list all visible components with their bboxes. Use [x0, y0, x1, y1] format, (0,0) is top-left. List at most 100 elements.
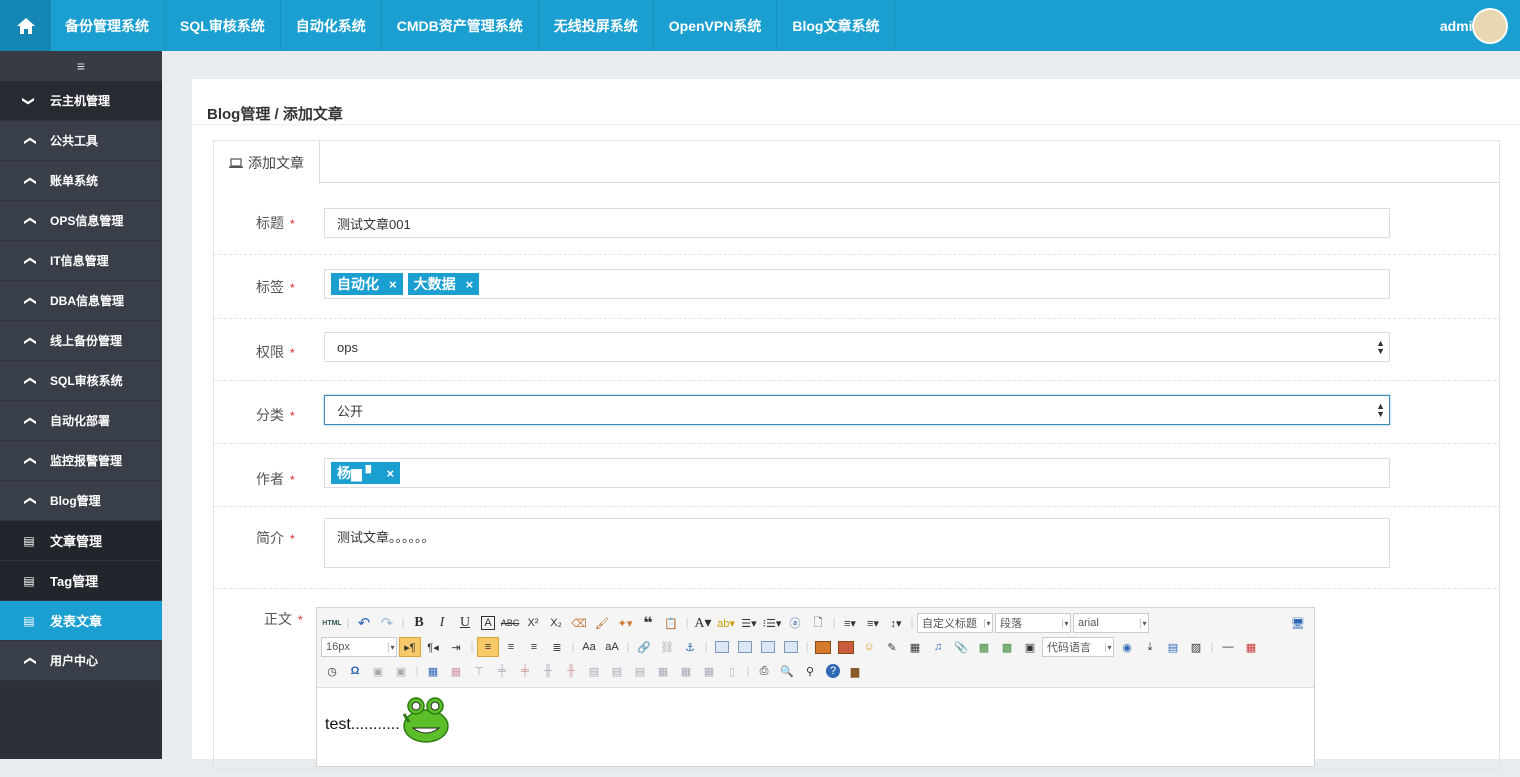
split-cols-icon[interactable]: ▦: [698, 661, 720, 681]
insert-table-icon[interactable]: ▦: [422, 661, 444, 681]
emotion-icon[interactable]: ☺: [858, 637, 880, 657]
code-language-select[interactable]: 代码语言 ▾: [1042, 637, 1114, 657]
music-icon[interactable]: ♫: [927, 637, 949, 657]
sidebar-item[interactable]: ❯ 自动化部署: [0, 401, 162, 441]
chart-icon[interactable]: ▯: [721, 661, 743, 681]
paragraph-select[interactable]: 段落 ▾: [995, 613, 1071, 633]
line-height-icon[interactable]: ↕▾: [885, 613, 907, 633]
help-icon[interactable]: ?: [826, 664, 840, 678]
title-input[interactable]: 测试文章001: [324, 208, 1390, 238]
align-right-icon[interactable]: ≡: [523, 637, 545, 657]
avatar[interactable]: [1472, 8, 1508, 44]
web-icon[interactable]: ◉: [1116, 637, 1138, 657]
home-button[interactable]: [0, 0, 51, 51]
unlink-icon[interactable]: ⛓: [656, 637, 678, 657]
map-icon[interactable]: ▩: [973, 637, 995, 657]
scrawl-icon[interactable]: ✎: [881, 637, 903, 657]
unordered-list-icon[interactable]: ⁝☰▾: [761, 613, 783, 633]
anchor-icon[interactable]: ⚓: [679, 637, 701, 657]
author-input[interactable]: 杨▆ ▘ ×: [324, 458, 1390, 488]
merge-down-icon[interactable]: ▤: [629, 661, 651, 681]
superscript-icon[interactable]: X²: [522, 613, 544, 633]
sidebar-item[interactable]: ▤ 发表文章: [0, 601, 162, 641]
image-right-icon[interactable]: [757, 637, 779, 657]
special-char-icon[interactable]: Ω: [344, 661, 366, 681]
category-select[interactable]: 公开 ▲ ▼: [324, 395, 1390, 425]
tags-input[interactable]: 自动化 × 大数据 ×: [324, 269, 1390, 299]
editor-content[interactable]: test...........: [317, 688, 1314, 746]
insert-video-icon[interactable]: ▦: [904, 637, 926, 657]
remove-tag-icon[interactable]: ×: [389, 277, 397, 292]
rtl-icon[interactable]: ¶◂: [422, 637, 444, 657]
font-border-icon[interactable]: A: [481, 616, 495, 630]
justify-icon[interactable]: ≣: [546, 637, 568, 657]
sidebar-item[interactable]: ▤ Tag管理: [0, 561, 162, 601]
time-icon[interactable]: ◷: [321, 661, 343, 681]
sidebar-item[interactable]: ❯ 线上备份管理: [0, 321, 162, 361]
italic-icon[interactable]: I: [431, 613, 453, 633]
sidebar-toggle[interactable]: ≡: [0, 51, 162, 81]
nav-automation[interactable]: 自动化系统: [281, 0, 382, 51]
font-color-icon[interactable]: A▾: [692, 613, 714, 633]
clear-doc-icon[interactable]: 🗋: [807, 613, 829, 633]
insert-image-icon[interactable]: [835, 637, 857, 657]
image-left-icon[interactable]: [734, 637, 756, 657]
background-icon[interactable]: ▨: [1185, 637, 1207, 657]
insert-row-icon[interactable]: ╪: [491, 661, 513, 681]
summary-textarea[interactable]: 测试文章。。。。。。: [324, 518, 1390, 568]
auto-format-icon[interactable]: ✦▾: [614, 613, 636, 633]
bold-icon[interactable]: B: [408, 613, 430, 633]
nav-openvpn[interactable]: OpenVPN系统: [654, 0, 778, 51]
align-center-icon[interactable]: ≡: [500, 637, 522, 657]
print-icon[interactable]: ⎙: [753, 661, 775, 681]
page-break-icon[interactable]: ⤓: [1139, 637, 1161, 657]
image-none-icon[interactable]: [711, 637, 733, 657]
preview-icon[interactable]: 🔍: [776, 661, 798, 681]
user-menu[interactable]: admin ▼: [1440, 0, 1508, 51]
date-icon[interactable]: ▦: [1240, 637, 1262, 657]
sidebar-item[interactable]: ❯ IT信息管理: [0, 241, 162, 281]
align-left-icon[interactable]: ≡: [477, 637, 499, 657]
subscript-icon[interactable]: X₂: [545, 613, 567, 633]
split-cells-icon[interactable]: ▦: [652, 661, 674, 681]
search-replace-icon[interactable]: ⚲: [799, 661, 821, 681]
nav-cmdb[interactable]: CMDB资产管理系统: [382, 0, 539, 51]
blockquote-icon[interactable]: ❝: [637, 613, 659, 633]
lowercase-icon[interactable]: aA: [601, 637, 623, 657]
merge-cells-icon[interactable]: ▤: [583, 661, 605, 681]
ordered-list-icon[interactable]: ☰▾: [738, 613, 760, 633]
delete-col-icon[interactable]: ╫: [560, 661, 582, 681]
row-spacing-top-icon[interactable]: ≡▾: [839, 613, 861, 633]
image-center-icon[interactable]: [780, 637, 802, 657]
row-spacing-bottom-icon[interactable]: ≡▾: [862, 613, 884, 633]
insert-paragraph-before-table-icon[interactable]: ⊤: [468, 661, 490, 681]
tab-add-article[interactable]: 添加文章: [214, 141, 320, 184]
link-icon[interactable]: 🔗: [633, 637, 655, 657]
sidebar-item[interactable]: ❯ DBA信息管理: [0, 281, 162, 321]
sidebar-item[interactable]: ❯ OPS信息管理: [0, 201, 162, 241]
simple-upload-icon[interactable]: [812, 637, 834, 657]
sidebar-item[interactable]: ❯ 用户中心: [0, 641, 162, 681]
indent-icon[interactable]: ⇥: [445, 637, 467, 657]
nav-sql-audit[interactable]: SQL审核系统: [165, 0, 281, 51]
edit-tip-icon[interactable]: ▣: [390, 661, 412, 681]
sidebar-item[interactable]: ▤ 文章管理: [0, 521, 162, 561]
nav-blog[interactable]: Blog文章系统: [777, 0, 896, 51]
paste-plain-icon[interactable]: 📋: [660, 613, 682, 633]
underline-icon[interactable]: U: [454, 613, 476, 633]
template-icon[interactable]: ▤: [1162, 637, 1184, 657]
nav-wireless[interactable]: 无线投屏系统: [539, 0, 654, 51]
format-brush-icon[interactable]: 🖌: [591, 613, 613, 633]
split-rows-icon[interactable]: ▦: [675, 661, 697, 681]
remove-tag-icon[interactable]: ×: [466, 277, 474, 292]
gmap-icon[interactable]: ▩: [996, 637, 1018, 657]
sidebar-item[interactable]: ❯ 公共工具: [0, 121, 162, 161]
custom-title-select[interactable]: 自定义标题 ▾: [917, 613, 993, 633]
sidebar-item[interactable]: ❯ 监控报警管理: [0, 441, 162, 481]
select-all-icon[interactable]: ⓐ: [784, 613, 806, 633]
redo-icon[interactable]: ↷: [376, 613, 398, 633]
insert-frame-icon[interactable]: ▣: [1019, 637, 1041, 657]
html-source-button[interactable]: HTML: [321, 613, 343, 633]
insert-col-icon[interactable]: ╫: [537, 661, 559, 681]
background-color-icon[interactable]: ab▾: [715, 613, 737, 633]
